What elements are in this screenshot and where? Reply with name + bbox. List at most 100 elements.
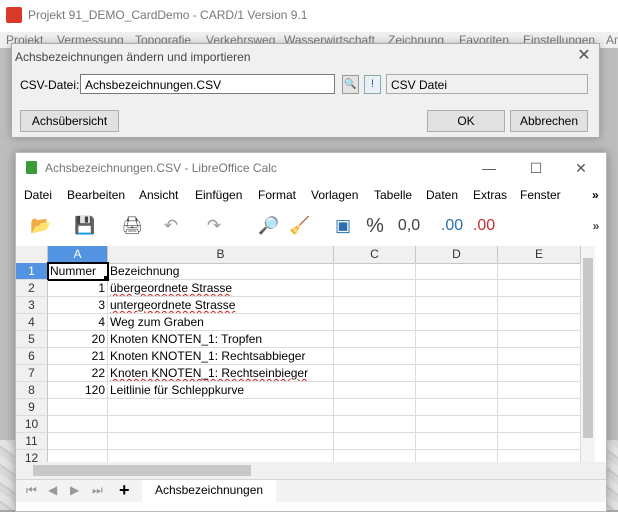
cell-b[interactable]: [108, 416, 334, 433]
cell-e[interactable]: [498, 297, 581, 314]
next-sheet-icon[interactable]: ▶: [70, 483, 79, 497]
cell-b[interactable]: Weg zum Graben: [108, 314, 334, 331]
row-header[interactable]: 11: [16, 433, 48, 450]
cell-d[interactable]: [416, 348, 498, 365]
cell-d[interactable]: [416, 280, 498, 297]
cell-c[interactable]: [334, 263, 416, 280]
add-decimal-icon[interactable]: .00: [437, 215, 467, 237]
row-header[interactable]: 4: [16, 314, 48, 331]
column-header-d[interactable]: D: [416, 246, 498, 263]
cell-a[interactable]: 21: [48, 348, 108, 365]
cell-c[interactable]: [334, 433, 416, 450]
menu-format[interactable]: Format: [258, 188, 296, 202]
cell-b[interactable]: [108, 399, 334, 416]
vertical-scroll-thumb[interactable]: [583, 258, 593, 438]
cell-e[interactable]: [498, 263, 581, 280]
cell-a[interactable]: 22: [48, 365, 108, 382]
number-format-icon[interactable]: 0,0: [394, 215, 424, 237]
cell-c[interactable]: [334, 331, 416, 348]
row-header[interactable]: 3: [16, 297, 48, 314]
menu-ansicht[interactable]: Ansicht: [139, 188, 178, 202]
cell-c[interactable]: [334, 365, 416, 382]
save-icon[interactable]: 💾: [73, 215, 97, 237]
cell-a[interactable]: 3: [48, 297, 108, 314]
open-folder-icon[interactable]: 📂: [28, 215, 54, 237]
cell-e[interactable]: [498, 365, 581, 382]
menu-fenster[interactable]: Fenster: [520, 188, 561, 202]
cell-c[interactable]: [334, 280, 416, 297]
row-header[interactable]: 1: [16, 263, 48, 280]
cell-d[interactable]: [416, 331, 498, 348]
cell-a[interactable]: 20: [48, 331, 108, 348]
cell-a[interactable]: [48, 433, 108, 450]
row-header[interactable]: 10: [16, 416, 48, 433]
cell-a[interactable]: 4: [48, 314, 108, 331]
cell-b[interactable]: [108, 450, 334, 462]
cell-d[interactable]: [416, 399, 498, 416]
cell-c[interactable]: [334, 399, 416, 416]
cell-c[interactable]: [334, 314, 416, 331]
first-sheet-icon[interactable]: ⏮: [26, 483, 37, 498]
percent-format-icon[interactable]: %: [364, 215, 386, 237]
cell-c[interactable]: [334, 382, 416, 399]
close-icon[interactable]: ✕: [566, 157, 596, 179]
cell-a[interactable]: [48, 450, 108, 462]
print-icon[interactable]: 🖨: [120, 215, 144, 237]
cell-d[interactable]: [416, 450, 498, 462]
menu-extras[interactable]: Extras: [473, 188, 507, 202]
cell-d[interactable]: [416, 314, 498, 331]
cell-e[interactable]: [498, 433, 581, 450]
dialog-close-icon[interactable]: ✕: [574, 46, 594, 66]
select-all-corner[interactable]: [16, 246, 48, 263]
cell-e[interactable]: [498, 280, 581, 297]
cell-d[interactable]: [416, 416, 498, 433]
undo-icon[interactable]: ↶: [159, 215, 183, 237]
cell-b[interactable]: übergeordnete Strasse: [108, 280, 334, 297]
cell-d[interactable]: [416, 433, 498, 450]
cell-d[interactable]: [416, 382, 498, 399]
cell-b[interactable]: [108, 433, 334, 450]
column-header-e[interactable]: E: [498, 246, 581, 263]
sheet-tab[interactable]: Achsbezeichnungen: [142, 480, 276, 503]
maximize-icon[interactable]: ☐: [521, 157, 551, 179]
clear-formatting-icon[interactable]: 🧹: [288, 215, 312, 237]
cell-d[interactable]: [416, 263, 498, 280]
horizontal-scrollbar[interactable]: [16, 462, 606, 479]
row-header[interactable]: 12: [16, 450, 48, 462]
row-header[interactable]: 2: [16, 280, 48, 297]
ok-button[interactable]: OK: [427, 110, 505, 132]
cell-e[interactable]: [498, 331, 581, 348]
last-sheet-icon[interactable]: ⏭: [92, 483, 103, 498]
cell-b[interactable]: Bezeichnung: [108, 263, 334, 280]
cell-d[interactable]: [416, 297, 498, 314]
cell-b[interactable]: Leitlinie für Schleppkurve: [108, 382, 334, 399]
card-menu-an[interactable]: An: [606, 33, 618, 47]
find-replace-icon[interactable]: 🔎: [257, 215, 281, 237]
cell-e[interactable]: [498, 348, 581, 365]
row-header[interactable]: 6: [16, 348, 48, 365]
menu-bearbeiten[interactable]: Bearbeiten: [67, 188, 125, 202]
column-header-b[interactable]: B: [108, 246, 334, 263]
cell-a[interactable]: 120: [48, 382, 108, 399]
menu-vorlagen[interactable]: Vorlagen: [311, 188, 358, 202]
currency-format-icon[interactable]: ▣: [330, 215, 356, 237]
menu-datei[interactable]: Datei: [24, 188, 52, 202]
menu-tabelle[interactable]: Tabelle: [374, 188, 412, 202]
cell-e[interactable]: [498, 450, 581, 462]
spreadsheet-grid[interactable]: A B C D E 1 Nummer Bezeichnung 2 1 übergeordn…: [16, 246, 606, 462]
cell-a[interactable]: 1: [48, 280, 108, 297]
cancel-button[interactable]: Abbrechen: [510, 110, 588, 132]
minimize-icon[interactable]: —: [474, 157, 504, 179]
column-header-a[interactable]: A: [48, 246, 108, 263]
row-header[interactable]: 7: [16, 365, 48, 382]
cell-a[interactable]: [48, 416, 108, 433]
cell-e[interactable]: [498, 399, 581, 416]
menu-einfuegen[interactable]: Einfügen: [195, 188, 242, 202]
cell-b[interactable]: Knoten KNOTEN_1: Tropfen: [108, 331, 334, 348]
toolbar-more-icon[interactable]: »: [590, 215, 602, 237]
row-header[interactable]: 9: [16, 399, 48, 416]
axis-overview-button[interactable]: Achsübersicht: [20, 110, 119, 132]
cell-c[interactable]: [334, 450, 416, 462]
csv-file-input[interactable]: Achsbezeichnungen.CSV: [80, 74, 335, 94]
cell-c[interactable]: [334, 348, 416, 365]
